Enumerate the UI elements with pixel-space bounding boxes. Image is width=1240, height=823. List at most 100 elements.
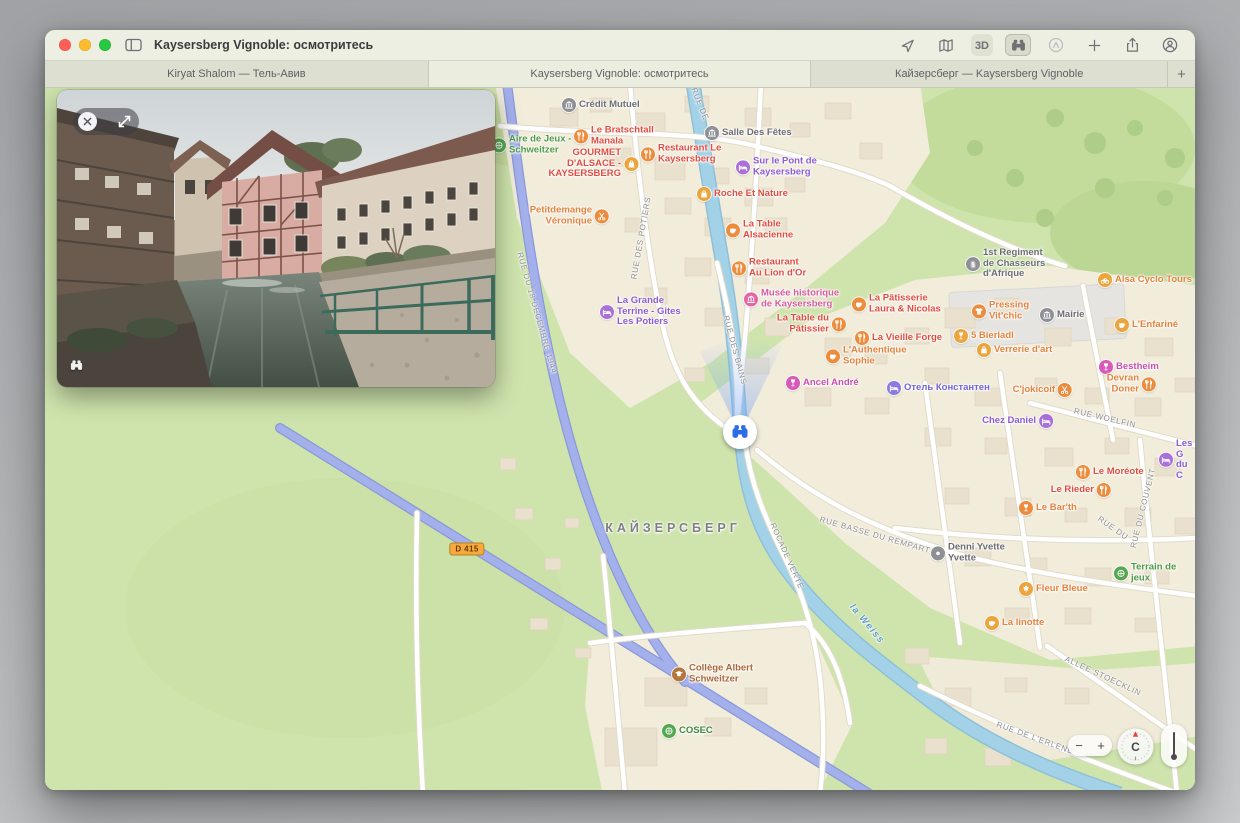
poi-label: Crédit Mutuel	[579, 100, 640, 111]
zoom-controls: − +	[1068, 735, 1112, 756]
map-poi[interactable]: Denni Yvette Yvette	[931, 542, 1005, 563]
look-around-panel[interactable]	[57, 90, 495, 387]
look-around-marker[interactable]	[723, 415, 757, 449]
map-canvas[interactable]: RUE DERUE DES POTIERSRUE DU 18 DÉCEMBRE …	[45, 88, 1195, 790]
minimize-window-button[interactable]	[79, 39, 91, 51]
map-poi[interactable]: La Table Alsacienne	[726, 219, 793, 240]
poi-label: Restaurant Au Lion d'Or	[749, 257, 806, 278]
tab-kiryat-shalom[interactable]: Kiryat Shalom — Тель-Авив	[45, 61, 429, 87]
museum-icon	[744, 292, 758, 306]
map-poi[interactable]: L'Authentique Sophie	[826, 345, 906, 366]
traffic-lights	[59, 39, 111, 51]
one-icon: 1	[966, 257, 980, 271]
cafe-icon	[985, 616, 999, 630]
map-poi[interactable]: Salle Des Fêtes	[705, 126, 792, 140]
map-poi[interactable]: Roche Et Nature	[697, 187, 788, 201]
tab-label: Кайзерсберг — Kaysersberg Vignoble	[895, 68, 1083, 80]
close-window-button[interactable]	[59, 39, 71, 51]
window-title: Kaysersberg Vignoble: осмотритесь	[154, 38, 373, 52]
map-poi[interactable]: Mairie	[1040, 308, 1084, 322]
map-poi[interactable]: Devran Doner	[1107, 373, 1156, 394]
poi-label: Terrain de jeux	[1131, 562, 1195, 583]
map-poi[interactable]: L'Enfariné	[1115, 318, 1178, 332]
map-poi[interactable]: La linotte	[985, 616, 1044, 630]
map-poi[interactable]: Chez Daniel	[982, 414, 1053, 428]
map-poi[interactable]: La Vieille Forge	[855, 331, 942, 345]
poi-label: Le Moréote	[1093, 467, 1144, 478]
map-poi[interactable]: 11st Regiment de Chasseurs d'Afrique	[966, 248, 1045, 280]
3d-label: 3D	[975, 40, 989, 52]
map-poi[interactable]: Ancel André	[786, 376, 859, 390]
map-poi[interactable]: Collège Albert Schweitzer	[672, 663, 753, 684]
map-poi[interactable]: Petitdemange Véronique	[530, 205, 609, 226]
map-poi[interactable]: Verrerie d'art	[977, 343, 1052, 357]
wine-icon	[1019, 501, 1033, 515]
map-poi[interactable]: Musée historique de Kaysersberg	[744, 288, 839, 309]
tab-kaysersberg[interactable]: Кайзерсберг — Kaysersberg Vignoble	[811, 61, 1168, 87]
look-around-button[interactable]	[1005, 34, 1031, 56]
poi-label: Alsa Cyclo Tours	[1115, 275, 1192, 286]
poi-label: Chez Daniel	[982, 416, 1036, 427]
bed-icon	[1039, 414, 1053, 428]
poi-label: La Grande Terrine - Gites Les Potiers	[617, 296, 681, 328]
map-poi[interactable]: Sur le Pont de Kaysersberg	[736, 156, 817, 177]
add-pin-button[interactable]	[1081, 34, 1107, 56]
svg-text:1: 1	[971, 261, 975, 268]
restaurant-icon	[1142, 377, 1156, 391]
map-poi[interactable]: COSEC	[662, 724, 713, 738]
locate-button[interactable]	[895, 34, 921, 56]
map-poi[interactable]: GOURMET D'ALSACE - KAYSERSBERG	[548, 148, 638, 180]
map-poi[interactable]: Alsa Cyclo Tours	[1098, 273, 1192, 287]
map-poi[interactable]: Le Rieder	[1051, 483, 1111, 497]
tab-label: Kiryat Shalom — Тель-Авив	[167, 68, 305, 80]
map-poi[interactable]: Pressing Vit'chic	[972, 300, 1029, 321]
map-poi[interactable]: Restaurant Le Kaysersberg	[641, 143, 721, 164]
wine-icon	[786, 376, 800, 390]
map-poi[interactable]: Le Moréote	[1076, 465, 1144, 479]
ball-icon	[1114, 566, 1128, 580]
compass-control[interactable]: С	[1117, 728, 1154, 765]
poi-label: La linotte	[1002, 618, 1044, 629]
poi-label: Musée historique de Kaysersberg	[761, 288, 839, 309]
tab-kaysersberg-lookaround[interactable]: Kaysersberg Vignoble: осмотритесь	[429, 61, 812, 87]
expand-diagonal-icon	[118, 115, 131, 128]
map-poi[interactable]: Crédit Mutuel	[562, 98, 640, 112]
bank-icon	[705, 126, 719, 140]
poi-label: La Table Alsacienne	[743, 219, 793, 240]
tilt-control[interactable]	[1161, 724, 1187, 767]
map-poi[interactable]: 5 Bierladl	[954, 329, 1014, 343]
sidebar-toggle-icon[interactable]	[124, 36, 142, 54]
directions-button	[1043, 34, 1069, 56]
zoom-in-button[interactable]: +	[1090, 735, 1112, 756]
map-poi[interactable]: C'jokicoif	[1013, 383, 1072, 397]
share-button[interactable]	[1119, 34, 1145, 56]
zoom-window-button[interactable]	[99, 39, 111, 51]
map-mode-button[interactable]	[933, 34, 959, 56]
cafe-icon	[726, 223, 740, 237]
scissors-icon	[595, 209, 609, 223]
map-poi[interactable]: Restaurant Au Lion d'Or	[732, 257, 806, 278]
map-poi[interactable]: Отель Константен	[887, 381, 990, 395]
map-poi[interactable]: Terrain de jeux	[1114, 562, 1195, 583]
zoom-out-button[interactable]: −	[1068, 735, 1090, 756]
account-button[interactable]	[1157, 34, 1183, 56]
dot-icon	[931, 546, 945, 560]
expand-look-around-button[interactable]	[114, 112, 134, 132]
bag-icon	[624, 157, 638, 171]
poi-label: Le Bar'th	[1036, 503, 1077, 514]
poi-label: COSEC	[679, 726, 713, 737]
shirt-icon	[972, 304, 986, 318]
poi-label: La Pâtisserie Laura & Nicolas	[869, 293, 941, 314]
map-poi[interactable]: Le Bar'th	[1019, 501, 1077, 515]
map-poi[interactable]: Fleur Bleue	[1019, 582, 1088, 596]
map-poi[interactable]: Les G du C	[1159, 439, 1195, 482]
city-label: КАЙЗЕРСБЕРГ	[605, 521, 741, 535]
map-poi[interactable]: La Grande Terrine - Gites Les Potiers	[600, 296, 681, 328]
3d-button[interactable]: 3D	[971, 34, 993, 56]
close-look-around-button[interactable]	[78, 112, 97, 131]
map-poi[interactable]: La Pâtisserie Laura & Nicolas	[852, 293, 941, 314]
new-tab-button[interactable]: +	[1168, 61, 1195, 87]
map-poi[interactable]: La Table du Pâtissier	[777, 313, 846, 334]
poi-label: Les G du C	[1176, 439, 1195, 482]
school-icon	[672, 667, 686, 681]
